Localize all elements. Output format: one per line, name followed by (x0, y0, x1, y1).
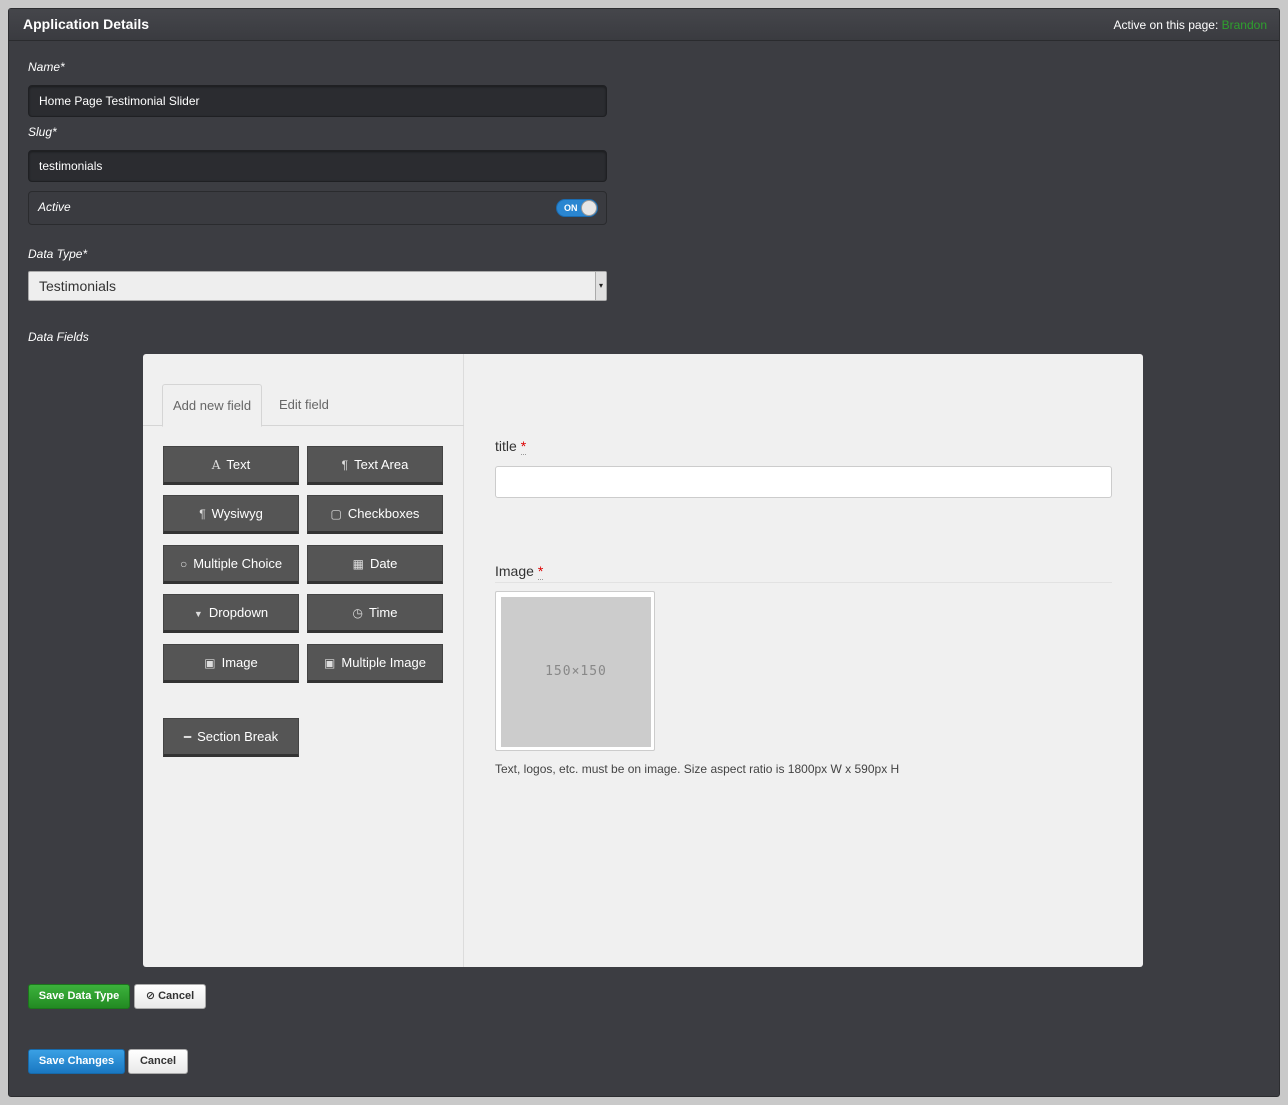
image-label-text: Image (495, 563, 534, 579)
select-arrow-icon: ▾ (595, 272, 606, 300)
data-type-select[interactable]: Testimonials ▾ (28, 271, 607, 301)
add-multiple-image-button[interactable]: ▣ Multiple Image (307, 644, 443, 683)
image-icon: ▣ (324, 656, 336, 670)
cancel-data-type-label: Cancel (158, 990, 195, 1002)
name-input[interactable]: Home Page Testimonial Slider (28, 85, 607, 117)
button-label: Section Break (197, 729, 279, 744)
button-label: Checkboxes (347, 506, 420, 521)
toggle-knob (581, 200, 597, 216)
button-label: Wysiwyg (211, 506, 263, 521)
active-toggle[interactable]: ON (556, 199, 598, 217)
active-label: Active (38, 200, 71, 214)
toggle-state: ON (564, 203, 578, 213)
add-text-area-button[interactable]: ¶ Text Area (307, 446, 443, 485)
tab-add-new-field[interactable]: Add new field (162, 384, 263, 427)
application-details-panel: Application Details Active on this page:… (8, 8, 1280, 1097)
add-wysiwyg-button[interactable]: ¶ Wysiwyg (163, 495, 299, 534)
save-changes-button[interactable]: Save Changes (28, 1049, 125, 1074)
image-placeholder: 150×150 (501, 597, 651, 747)
button-label: Multiple Choice (193, 556, 283, 571)
button-label: Image (221, 655, 258, 670)
tab-edit-field[interactable]: Edit field (269, 384, 339, 427)
cancel-icon: ⊘ (145, 990, 156, 1002)
minus-icon: ━ (183, 730, 192, 744)
button-label: Text (226, 457, 251, 472)
slug-input[interactable]: testimonials (28, 150, 607, 182)
save-data-type-button[interactable]: Save Data Type (28, 984, 130, 1009)
caret-down-icon: ▼ (193, 609, 203, 619)
title-field-label: title * (495, 438, 527, 455)
text-icon: A (211, 458, 221, 472)
divider (495, 582, 1112, 583)
active-row: Active ON (28, 191, 607, 225)
checkbox-icon: ▢ (330, 507, 342, 521)
title-input[interactable] (495, 466, 1112, 498)
add-multiple-choice-button[interactable]: ○ Multiple Choice (163, 545, 299, 584)
button-label: Time (369, 605, 398, 620)
add-section-break-button[interactable]: ━ Section Break (163, 718, 299, 757)
clock-icon: ◷ (352, 606, 364, 620)
form-preview: title * Image * 150×150 Text, logos, etc… (464, 354, 1143, 967)
add-dropdown-button[interactable]: ▼ Dropdown (163, 594, 299, 633)
image-icon: ▣ (204, 656, 216, 670)
image-help-text: Text, logos, etc. must be on image. Size… (495, 762, 900, 776)
required-mark: * (520, 438, 527, 455)
button-label: Text Area (354, 457, 409, 472)
active-user-link[interactable]: Brandon (1222, 18, 1267, 32)
cancel-button[interactable]: Cancel (128, 1049, 188, 1074)
radio-icon: ○ (179, 557, 188, 571)
name-label: Name* (28, 60, 65, 74)
add-image-button[interactable]: ▣ Image (163, 644, 299, 683)
field-tabs: Add new field Edit field (143, 384, 464, 427)
slug-label: Slug* (28, 125, 57, 139)
pilcrow-icon: ¶ (341, 458, 349, 472)
image-upload-thumbnail[interactable]: 150×150 (495, 591, 655, 751)
title-label-text: title (495, 438, 517, 454)
button-label: Multiple Image (341, 655, 426, 670)
active-on-label: Active on this page: (1113, 18, 1219, 32)
add-date-button[interactable]: ▦ Date (307, 545, 443, 584)
data-fields-builder: Add new field Edit field A Text ¶ Text Are… (143, 354, 1143, 967)
image-field-label: Image * (495, 563, 544, 580)
add-time-button[interactable]: ◷ Time (307, 594, 443, 633)
active-on-page: Active on this page: Brandon (1114, 18, 1267, 32)
data-type-value: Testimonials (39, 278, 117, 294)
panel-header: Application Details Active on this page:… (9, 9, 1279, 41)
pilcrow-icon: ¶ (199, 507, 206, 521)
add-text-field-button[interactable]: A Text (163, 446, 299, 485)
data-type-label: Data Type* (28, 247, 88, 261)
data-fields-label: Data Fields (28, 330, 89, 344)
button-label: Dropdown (208, 605, 269, 620)
button-label: Date (369, 556, 398, 571)
add-checkboxes-button[interactable]: ▢ Checkboxes (307, 495, 443, 534)
field-palette: Add new field Edit field A Text ¶ Text Are… (143, 354, 464, 967)
cancel-data-type-button[interactable]: ⊘ Cancel (134, 984, 206, 1009)
calendar-icon: ▦ (352, 557, 364, 571)
required-mark: * (537, 563, 544, 580)
panel-title: Application Details (23, 16, 150, 32)
